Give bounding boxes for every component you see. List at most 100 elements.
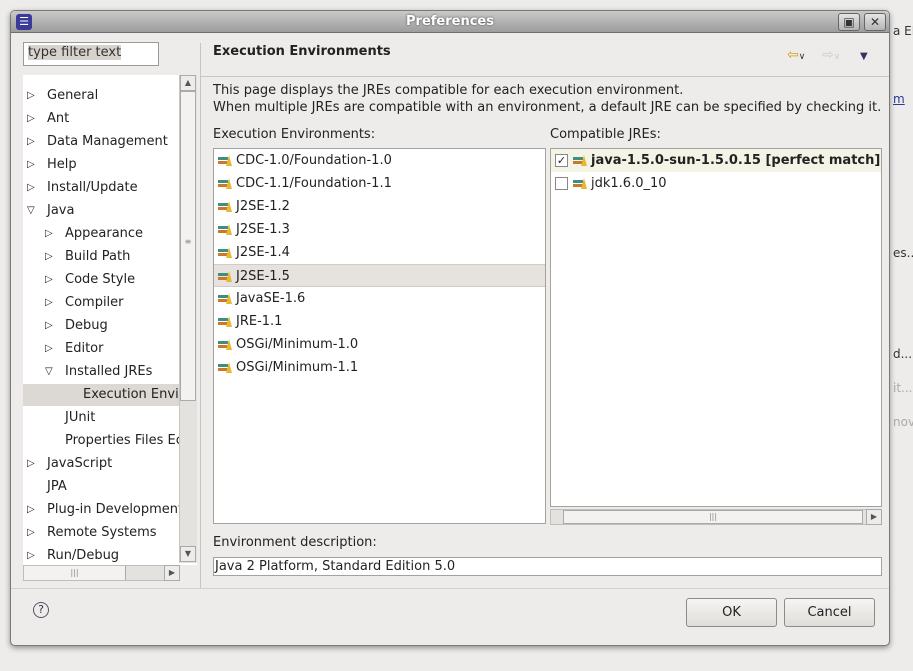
tree-item[interactable]: JUnit [23,407,197,429]
jre-icon [218,201,232,213]
cancel-button[interactable]: Cancel [784,598,875,627]
maximize-button[interactable]: ▣ [838,13,860,31]
tree-item[interactable]: ▷ Install/Update [23,177,197,199]
jre-icon [218,316,232,328]
preferences-dialog: ☰ Preferences ▣ ✕ type filter text ▷ Gene… [10,10,890,646]
collapsed-arrow-icon[interactable]: ▷ [27,522,35,544]
jre-icon [573,178,587,190]
tree-item-label: JPA [47,479,67,494]
environment-item[interactable]: OSGi/Minimum-1.0 [214,333,545,356]
jre-icon [218,155,232,167]
collapsed-arrow-icon[interactable]: ▷ [27,131,35,153]
preference-tree[interactable]: ▷ General ▷ Ant ▷ Data Management ▷ Help ▷ Instal… [23,75,197,565]
tree-item[interactable]: ▷ Code Style [23,269,197,291]
environment-item[interactable]: J2SE-1.2 [214,195,545,218]
collapsed-arrow-icon[interactable]: ▷ [27,154,35,176]
collapsed-arrow-icon[interactable]: ▷ [27,545,35,565]
forward-icon[interactable]: ⇨∨ [822,47,840,63]
tree-item-label: Compiler [65,295,124,310]
view-menu-icon[interactable]: ▼ [860,51,868,62]
scroll-right-button[interactable]: ▶ [164,565,180,581]
tree-item-label: General [47,88,99,103]
compatible-jres-list[interactable]: ✓ java-1.5.0-sun-1.5.0.15 [perfect match]… [550,148,882,507]
tree-item[interactable]: ▷ Ant [23,108,197,130]
environment-item[interactable]: CDC-1.0/Foundation-1.0 [214,149,545,172]
tree-item[interactable]: ▷ Remote Systems [23,522,197,544]
expanded-arrow-icon[interactable]: ▽ [45,361,53,383]
tree-item[interactable]: ▷ Editor [23,338,197,360]
collapsed-arrow-icon[interactable]: ▷ [27,177,35,199]
back-icon[interactable]: ⇦∨ [787,47,805,63]
sash[interactable] [200,43,201,589]
tree-item[interactable]: ▷ Help [23,154,197,176]
collapsed-arrow-icon[interactable]: ▷ [27,453,35,475]
env-description-field[interactable]: Java 2 Platform, Standard Edition 5.0 [213,557,882,576]
collapsed-arrow-icon[interactable]: ▷ [45,292,53,314]
ok-button[interactable]: OK [686,598,777,627]
collapsed-arrow-icon[interactable]: ▷ [45,315,53,337]
tree-item-label: Installed JREs [65,364,153,379]
collapsed-arrow-icon[interactable]: ▷ [45,269,53,291]
tree-item-label: Remote Systems [47,525,157,540]
environment-item[interactable]: J2SE-1.5 [214,264,545,287]
tree-vertical-scrollbar[interactable]: ▲ ≡ ▼ [179,75,197,563]
bg-fragment: it... [893,381,913,395]
scroll-thumb[interactable]: ||| [563,510,863,524]
scroll-thumb[interactable]: ||| [24,566,126,580]
scroll-thumb[interactable]: ≡ [180,91,196,401]
environment-item[interactable]: J2SE-1.4 [214,241,545,264]
tree-item-label: Run/Debug [47,548,120,563]
title-bar[interactable]: ☰ Preferences ▣ ✕ [11,11,889,33]
environment-item[interactable]: JRE-1.1 [214,310,545,333]
scroll-right-button[interactable]: ▶ [866,509,882,525]
environment-item[interactable]: JavaSE-1.6 [214,287,545,310]
environment-label: OSGi/Minimum-1.0 [236,337,359,352]
tree-item[interactable]: ▷ JavaScript [23,453,197,475]
page-description: When multiple JREs are compatible with a… [213,100,882,115]
jre-checkbox[interactable]: ✓ [555,154,568,167]
environments-list[interactable]: CDC-1.0/Foundation-1.0 CDC-1.1/Foundation… [213,148,546,524]
collapsed-arrow-icon[interactable]: ▷ [27,108,35,130]
jres-horizontal-scrollbar[interactable]: ||| ▶ [550,509,882,525]
collapsed-arrow-icon[interactable]: ▷ [45,338,53,360]
help-icon[interactable]: ? [33,602,49,618]
tree-item[interactable]: Properties Files Ec [23,430,197,452]
tree-item-label: Editor [65,341,104,356]
environment-item[interactable]: CDC-1.1/Foundation-1.1 [214,172,545,195]
tree-item[interactable]: ▽ Java [23,200,197,222]
scroll-down-button[interactable]: ▼ [180,546,196,562]
collapsed-arrow-icon[interactable]: ▷ [45,246,53,268]
environment-label: OSGi/Minimum-1.1 [236,360,359,375]
tree-item[interactable]: ▷ Data Management [23,131,197,153]
tree-item-label: Ant [47,111,70,126]
tree-item[interactable]: ▷ Appearance [23,223,197,245]
jre-item[interactable]: ✓ java-1.5.0-sun-1.5.0.15 [perfect match] [551,149,881,172]
environment-label: J2SE-1.2 [236,199,290,214]
tree-item[interactable]: ▷ Compiler [23,292,197,314]
tree-item[interactable]: ▽ Installed JREs [23,361,197,383]
environment-item[interactable]: OSGi/Minimum-1.1 [214,356,545,379]
filter-input[interactable]: type filter text [23,42,159,66]
tree-item[interactable]: ▷ General [23,85,197,107]
collapsed-arrow-icon[interactable]: ▷ [45,223,53,245]
tree-item-label: Appearance [65,226,144,241]
tree-item[interactable]: ▷ Plug-in Development [23,499,197,521]
jre-item[interactable]: jdk1.6.0_10 [551,172,881,195]
environment-item[interactable]: J2SE-1.3 [214,218,545,241]
tree-item[interactable]: ▷ Build Path [23,246,197,268]
close-button[interactable]: ✕ [864,13,886,31]
tree-item-label: Plug-in Development [47,502,184,517]
collapsed-arrow-icon[interactable]: ▷ [27,499,35,521]
tree-item[interactable]: ▷ Run/Debug [23,545,197,565]
collapsed-arrow-icon[interactable]: ▷ [27,85,35,107]
tree-item[interactable]: Execution Envi [23,384,197,406]
tree-item[interactable]: ▷ Debug [23,315,197,337]
scroll-up-button[interactable]: ▲ [180,75,196,91]
tree-item[interactable]: JPA [23,476,197,498]
jre-icon [573,155,587,167]
jre-icon [218,362,232,374]
jre-checkbox[interactable] [555,177,568,190]
environments-label: Execution Environments: [213,127,376,142]
tree-horizontal-scrollbar[interactable]: ||| ▶ [23,565,180,581]
expanded-arrow-icon[interactable]: ▽ [27,200,35,222]
